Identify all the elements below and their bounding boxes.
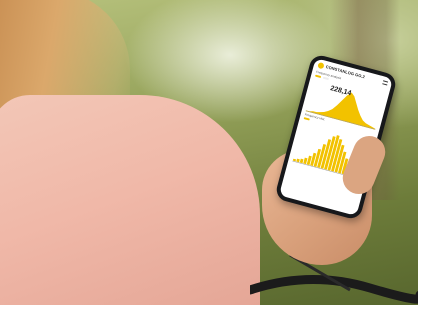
histogram-bar — [292, 158, 297, 162]
image-border-bottom — [0, 305, 425, 311]
hist-toggle-option[interactable] — [303, 117, 310, 121]
toggle-option-2[interactable] — [322, 76, 329, 81]
image-border-right — [418, 0, 425, 311]
histogram-bar — [296, 158, 300, 163]
toggle-option-1[interactable] — [314, 74, 322, 79]
histogram-bar — [303, 157, 308, 165]
person-shirt — [0, 95, 260, 311]
hamburger-menu-icon[interactable] — [382, 79, 389, 85]
logo-circle-icon — [317, 61, 325, 69]
photo-background: CONSTANLOG GO.2 Frequency analysis 228,1… — [0, 0, 425, 311]
histogram-bar — [299, 158, 304, 164]
